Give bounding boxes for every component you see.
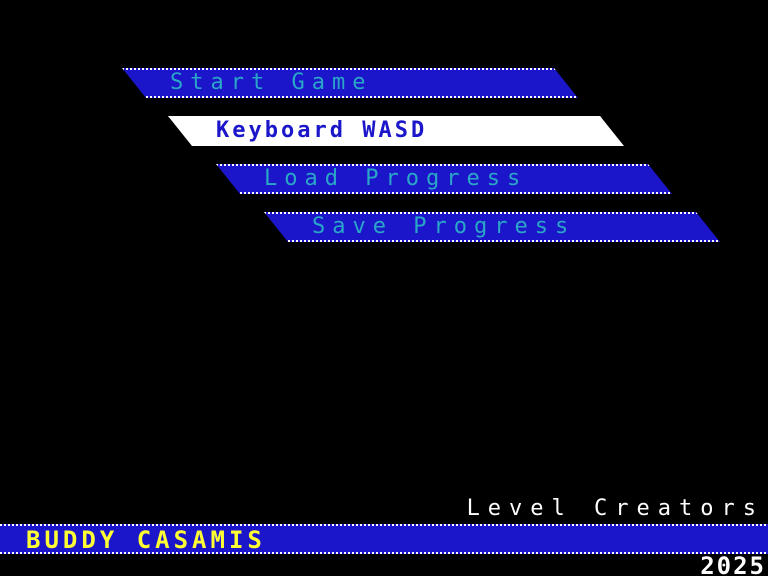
credits-name: BUDDY CASAMIS <box>26 526 266 554</box>
menu-item-label: Load Progress <box>264 166 528 191</box>
menu-item-label: Save Progress <box>312 214 576 239</box>
menu-item-save-progress[interactable]: Save Progress <box>264 212 720 242</box>
credits-title: Level Creators <box>466 496 764 521</box>
menu-item-label: Keyboard WASD <box>216 118 428 143</box>
menu-item-label: Start Game <box>170 70 373 95</box>
menu-item-load-progress[interactable]: Load Progress <box>216 164 672 194</box>
menu-item-keyboard-wasd[interactable]: Keyboard WASD <box>168 116 624 146</box>
menu-item-start-game[interactable]: Start Game <box>122 68 578 98</box>
credits-band: BUDDY CASAMIS <box>0 524 768 554</box>
credits-year: 2025 <box>700 552 766 576</box>
